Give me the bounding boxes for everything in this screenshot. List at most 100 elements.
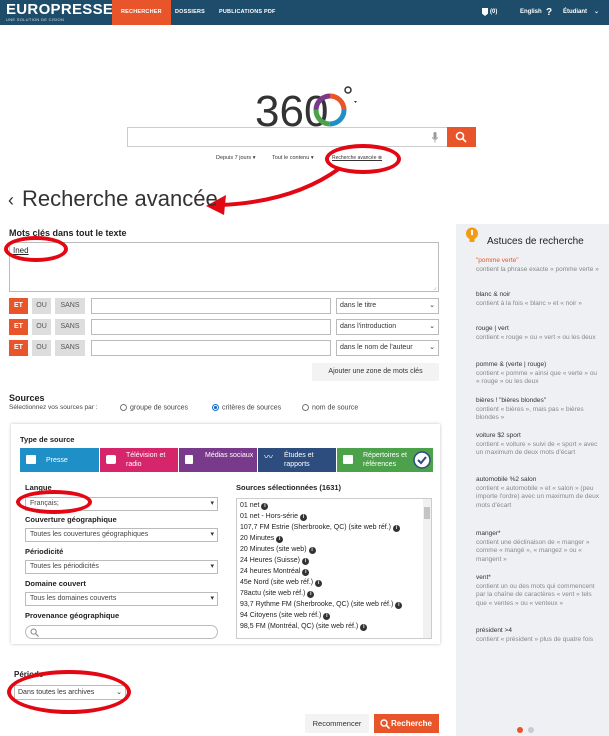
period-dropdown[interactable]: Depuis 7 jours ▾ — [216, 155, 255, 161]
keyword-input-3[interactable] — [91, 340, 331, 356]
vertical-scrollbar[interactable] — [423, 499, 431, 638]
nav-rechercher[interactable]: RECHERCHER — [112, 0, 171, 25]
info-icon[interactable]: i — [276, 536, 284, 543]
radio-nom-de-source[interactable]: nom de source — [302, 404, 358, 411]
op-sans-button[interactable]: SANS — [55, 340, 85, 356]
field-select-1[interactable]: dans le titre ⌄ — [336, 298, 439, 314]
info-icon[interactable]: i — [392, 525, 400, 532]
content-dropdown[interactable]: Tout le contenu ▾ — [272, 155, 314, 161]
domaine-select[interactable]: Tous les domaines couverts ▾ — [25, 592, 218, 606]
info-icon[interactable]: i — [302, 569, 310, 576]
radio-label: critères de sources — [222, 404, 282, 412]
list-item[interactable]: 93,7 Rythme FM (Sherbrooke, QC) (site we… — [240, 601, 403, 609]
source-type-tv-radio[interactable]: Télévision et radio — [100, 448, 178, 472]
op-ou-button[interactable]: OU — [32, 340, 51, 356]
info-icon[interactable]: i — [299, 514, 307, 521]
info-icon[interactable]: i — [315, 580, 323, 587]
op-ou-button[interactable]: OU — [32, 298, 51, 314]
list-item[interactable]: 20 Minutes (site web) i — [240, 546, 316, 554]
op-sans-button[interactable]: SANS — [55, 319, 85, 335]
sources-label: Sources — [9, 393, 45, 403]
list-item[interactable]: 45e Nord (site web réf.) i — [240, 579, 323, 587]
list-item[interactable]: 24 heures Montréal i — [240, 568, 310, 576]
annotation-oval-keyword — [4, 236, 68, 262]
couverture-select[interactable]: Toutes les couvertures géographiques ▾ — [25, 528, 218, 542]
chevron-down-icon[interactable]: ⌄ — [594, 0, 599, 25]
radio-label: nom de source — [312, 404, 359, 412]
source-type-presse[interactable]: Presse — [20, 448, 99, 472]
scrollbar-thumb[interactable] — [424, 507, 430, 519]
radio-button[interactable] — [120, 404, 127, 411]
couverture-select-value: Toutes les couvertures géographiques — [30, 531, 149, 538]
keyword-input-1[interactable] — [91, 298, 331, 314]
list-item[interactable]: 01 net - Hors-série i — [240, 513, 307, 521]
periodicite-select[interactable]: Toutes les périodicités ▾ — [25, 560, 218, 574]
info-icon[interactable]: i — [261, 503, 269, 510]
selected-sources-list[interactable]: 01 net i 01 net - Hors-série i 107,7 FM Es… — [236, 498, 432, 639]
op-sans-button[interactable]: SANS — [55, 298, 85, 314]
list-item[interactable]: 24 Heures (Suisse) i — [240, 557, 309, 565]
provenance-search-input[interactable] — [25, 625, 218, 639]
op-et-button[interactable]: ET — [9, 319, 28, 335]
back-chevron-icon[interactable]: ‹ — [8, 190, 14, 210]
field-select-2[interactable]: dans l'introduction ⌄ — [336, 319, 439, 335]
user-menu[interactable]: Étudiant — [563, 0, 587, 25]
list-item[interactable]: 78actu (site web réf.) i — [240, 590, 315, 598]
add-keyword-zone-button[interactable]: Ajouter une zone de mots clés — [312, 363, 439, 381]
radio-groupe-de-sources[interactable]: groupe de sources — [120, 404, 188, 411]
info-icon[interactable]: i — [395, 602, 403, 609]
tip-syntax: pomme & (verte | rouge) — [476, 361, 547, 368]
language-switch[interactable]: English — [520, 0, 542, 25]
selected-sources-label: Sources sélectionnées (1631) — [236, 483, 342, 492]
tip-syntax: bières ! "bières blondes" — [476, 397, 547, 404]
source-name: 78actu (site web réf.) — [240, 590, 306, 597]
info-icon[interactable]: i — [308, 547, 316, 554]
pin-icon[interactable] — [482, 8, 488, 16]
lightbulb-icon — [466, 227, 478, 242]
help-icon[interactable]: ? — [546, 0, 552, 25]
tip-description: contient « automobile » et « salon » (pe… — [476, 484, 599, 509]
carousel-dot[interactable] — [528, 727, 534, 733]
keywords-textarea[interactable]: Ined ⌟ — [9, 242, 439, 292]
search-button[interactable]: Recherche — [374, 714, 439, 733]
op-et-button[interactable]: ET — [9, 298, 28, 314]
source-type-label: Type de source — [20, 435, 75, 444]
info-icon[interactable]: i — [323, 613, 331, 620]
source-name: 94 Citoyens (site web réf.) — [240, 612, 322, 619]
quick-search-button[interactable] — [447, 127, 476, 147]
microphone-icon[interactable] — [432, 132, 438, 143]
op-et-button[interactable]: ET — [9, 340, 28, 356]
info-icon[interactable]: i — [307, 591, 315, 598]
annotation-arrow — [206, 166, 342, 215]
source-type-medias-sociaux[interactable]: Médias sociaux — [179, 448, 257, 472]
europresse-logo[interactable]: EUROPRESSE — [6, 1, 113, 18]
list-item[interactable]: 107,7 FM Estrie (Sherbrooke, QC) (site w… — [240, 524, 400, 532]
list-item[interactable]: 94 Citoyens (site web réf.) i — [240, 612, 331, 620]
source-type-etudes-rapports[interactable]: 〰 Études et rapports — [258, 448, 336, 472]
reset-button[interactable]: Recommencer — [305, 714, 369, 733]
pin-count[interactable]: (0) — [490, 0, 497, 25]
check-circle-icon[interactable] — [413, 451, 431, 469]
list-item[interactable]: 20 Minutes i — [240, 535, 284, 543]
resize-handle-icon[interactable]: ⌟ — [433, 284, 436, 291]
carousel-dot-active[interactable] — [517, 727, 523, 733]
list-item[interactable]: 01 net i — [240, 502, 269, 510]
radio-criteres-de-sources[interactable]: critères de sources — [212, 404, 281, 411]
nav-dossiers[interactable]: DOSSIERS — [166, 0, 214, 25]
tip-description: contient « voiture » suivi de « sport » … — [476, 440, 598, 457]
quick-search-input[interactable] — [127, 127, 448, 147]
people-icon — [185, 455, 193, 464]
source-name: 24 Heures (Suisse) — [240, 557, 300, 564]
field-select-3[interactable]: dans le nom de l'auteur ⌄ — [336, 340, 439, 356]
info-icon[interactable]: i — [360, 624, 368, 631]
info-icon[interactable]: i — [301, 558, 309, 565]
list-item[interactable]: 98,5 FM (Montréal, QC) (site web réf.) i — [240, 623, 368, 631]
radio-button[interactable] — [212, 404, 219, 411]
op-ou-button[interactable]: OU — [32, 319, 51, 335]
tip-item: blanc & noir contient à la fois « blanc »… — [476, 291, 601, 308]
tip-item: pomme & (verte | rouge) contient « pomme … — [476, 361, 601, 387]
period-dropdown-label: Depuis 7 jours — [216, 155, 252, 161]
nav-publications-pdf[interactable]: PUBLICATIONS PDF — [210, 0, 285, 25]
radio-button[interactable] — [302, 404, 309, 411]
keyword-input-2[interactable] — [91, 319, 331, 335]
